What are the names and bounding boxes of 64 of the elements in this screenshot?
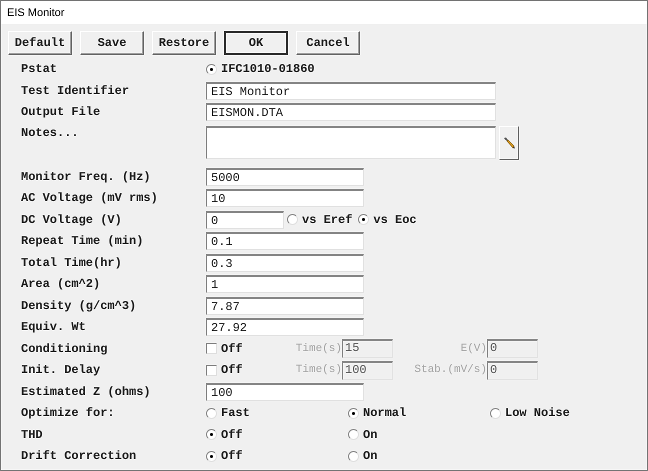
parameter-label: Stab.(mV/s)	[413, 364, 487, 376]
option-label: On	[363, 428, 378, 442]
text-field[interactable]: 100	[206, 382, 364, 401]
field-label: Estimated Z (ohms)	[21, 384, 152, 399]
dialog-button[interactable]: Restore	[152, 31, 216, 55]
field-label: THD	[21, 428, 44, 442]
text-field[interactable]: 0.1	[206, 232, 364, 250]
parameter-label: Time(s)	[294, 342, 342, 355]
option-label: On	[363, 449, 378, 464]
text-field[interactable]: 0	[206, 210, 284, 229]
field-label: Test Identifier	[21, 84, 130, 98]
field-label: Optimize for:	[21, 406, 116, 420]
radio-button[interactable]	[206, 429, 217, 440]
edit-button[interactable]	[499, 126, 519, 160]
text-field[interactable]: 1	[206, 275, 364, 294]
checkbox-label: Off	[221, 363, 243, 378]
radio-button[interactable]	[206, 408, 217, 419]
text-field[interactable]: 0.3	[206, 254, 364, 272]
parameter-label: E(V)	[460, 342, 487, 355]
field-label: Drift Correction	[21, 449, 138, 464]
field-label: Output File	[21, 105, 102, 120]
option-label: Fast	[221, 406, 250, 420]
radio-button[interactable]	[348, 408, 359, 419]
text-field[interactable]: 7.87	[206, 296, 364, 315]
text-field[interactable]: EISMON.DTA	[206, 103, 496, 122]
field-label: Area (cm^2)	[21, 277, 102, 292]
radio-button[interactable]	[206, 450, 217, 462]
radio-button[interactable]	[490, 408, 501, 419]
radio-button[interactable]	[358, 214, 370, 226]
field-label: DC Voltage (V)	[21, 212, 123, 227]
option-label: Off	[221, 428, 243, 442]
radio-button[interactable]	[287, 214, 298, 226]
parameter-label: Time(s)	[294, 364, 342, 376]
dialog-button[interactable]: Cancel	[296, 31, 360, 55]
text-field[interactable]: 27.92	[206, 318, 364, 336]
pen-icon	[502, 136, 516, 150]
option-label: vs Eoc	[373, 212, 417, 227]
checkbox-label: Off	[221, 342, 243, 356]
field-label: Pstat	[21, 62, 58, 76]
field-label: Equiv. Wt	[21, 320, 87, 334]
notes-field[interactable]	[206, 126, 496, 159]
radio-button[interactable]	[348, 429, 359, 440]
option-label: vs Eref	[302, 212, 352, 227]
text-field[interactable]: 10	[206, 189, 364, 208]
dialog-button[interactable]: Default	[8, 31, 72, 55]
field-label: Monitor Freq. (Hz)	[21, 170, 152, 184]
field-label: AC Voltage (mV rms)	[21, 191, 159, 206]
window-title: EIS Monitor	[7, 6, 64, 18]
radio-button[interactable]	[206, 64, 217, 74]
option-label: Low Noise	[505, 406, 570, 420]
field-label: Notes...	[21, 125, 80, 140]
field-label: Init. Delay	[21, 363, 102, 378]
text-field[interactable]: EIS Monitor	[206, 82, 496, 100]
field-label: Conditioning	[21, 342, 108, 356]
radio-button[interactable]	[348, 450, 359, 462]
field-label: Repeat Time (min)	[21, 234, 144, 248]
option-label: Normal	[363, 406, 406, 420]
dialog-button[interactable]: Save	[80, 31, 144, 55]
field-label: Density (g/cm^3)	[21, 298, 138, 313]
option-label: IFC1010-01860	[221, 62, 315, 76]
option-label: Off	[221, 449, 243, 464]
text-field[interactable]: 5000	[206, 168, 364, 186]
dialog-button[interactable]: OK	[224, 31, 288, 55]
field-label: Total Time(hr)	[21, 256, 123, 270]
